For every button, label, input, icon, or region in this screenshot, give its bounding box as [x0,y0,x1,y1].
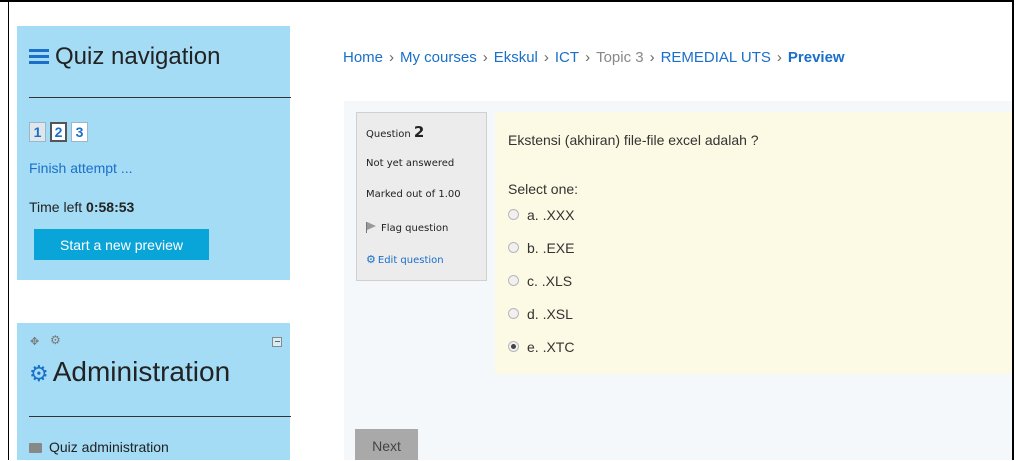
start-new-preview-button[interactable]: Start a new preview [34,229,209,260]
administration-block: ✥ ⚙ ⚙ Administration Quiz administration [17,323,291,460]
gear-icon: ⚙ [366,253,376,266]
answer-option-e[interactable]: e. .XTC [508,339,574,372]
edit-question-label: Edit question [377,255,444,266]
question-button-3[interactable]: 3 [71,122,88,142]
answer-prompt: Select one: [508,181,579,197]
option-label: e. .XTC [527,339,575,355]
finish-attempt-link[interactable]: Finish attempt ... [29,160,132,176]
option-label: a. .XXX [527,207,575,223]
question-grade: Marked out of 1.00 [366,189,461,200]
page-frame: Quiz navigation 1 2 3 Finish attempt ...… [0,0,1014,460]
question-state: Not yet answered [366,158,455,169]
question-number: Question 2 [366,123,424,141]
administration-title: ⚙ Administration [29,356,230,388]
question-formulation: Ekstensi (akhiran) file-file excel adala… [495,112,1012,374]
question-number-value: 2 [413,123,425,141]
question-button-1[interactable]: 1 [29,122,46,142]
question-button-2[interactable]: 2 [50,122,67,142]
breadcrumb-home[interactable]: Home [343,49,383,66]
breadcrumb-ekskul[interactable]: Ekskul [494,49,538,66]
breadcrumb-topic: Topic 3 [596,49,644,66]
answer-option-d[interactable]: d. .XSL [508,306,574,339]
answer-option-c[interactable]: c. .XLS [508,273,574,306]
answer-option-b[interactable]: b. .EXE [508,240,574,273]
breadcrumb-remedial-uts[interactable]: REMEDIAL UTS [661,49,771,66]
time-left-value: 0:58:53 [86,199,135,215]
menu-icon [29,49,49,65]
collapse-icon[interactable] [272,337,282,347]
flag-question-label: Flag question [381,223,449,234]
question-text: Ekstensi (akhiran) file-file excel adala… [508,132,759,148]
gears-icon: ⚙ [29,361,49,386]
radio-button-selected[interactable] [508,341,519,352]
option-label: c. .XLS [527,273,573,289]
folder-icon [29,443,42,453]
quiz-administration-item[interactable]: Quiz administration [29,439,169,455]
time-left-label: Time left [29,199,83,215]
radio-button[interactable] [508,275,519,286]
answer-option-a[interactable]: a. .XXX [508,207,574,240]
edit-question-link[interactable]: ⚙ Edit question [366,253,444,266]
quiz-administration-label: Quiz administration [49,439,169,455]
flag-icon [366,222,377,233]
administration-label: Administration [52,356,231,387]
divider [29,97,291,98]
option-label: d. .XSL [527,306,573,322]
quiz-navigation-label: Quiz navigation [55,43,221,70]
radio-button[interactable] [508,242,519,253]
question-label: Question [366,129,411,140]
flag-question[interactable]: Flag question [366,221,448,234]
breadcrumb-ict[interactable]: ICT [555,49,579,66]
question-buttons: 1 2 3 [29,122,88,142]
divider [29,416,291,417]
gear-icon[interactable]: ⚙ [50,333,61,347]
radio-button[interactable] [508,308,519,319]
radio-button[interactable] [508,209,519,220]
quiz-navigation-title: Quiz navigation [29,43,220,71]
next-button[interactable]: Next [355,429,418,460]
breadcrumb: Home › My courses › Ekskul › ICT › Topic 3 › REMED… [343,49,845,66]
left-edge [0,2,9,460]
quiz-navigation-block: Quiz navigation 1 2 3 Finish attempt ...… [17,26,291,280]
breadcrumb-my-courses[interactable]: My courses [400,49,477,66]
breadcrumb-preview[interactable]: Preview [788,49,845,66]
move-icon[interactable]: ✥ [30,335,39,348]
question-info-panel: Question 2 Not yet answered Marked out o… [356,112,487,281]
time-left: Time left 0:58:53 [29,199,134,215]
answer-options: a. .XXX b. .EXE c. .XLS d. .XSL e. .XTC [508,207,574,372]
option-label: b. .EXE [527,240,575,256]
